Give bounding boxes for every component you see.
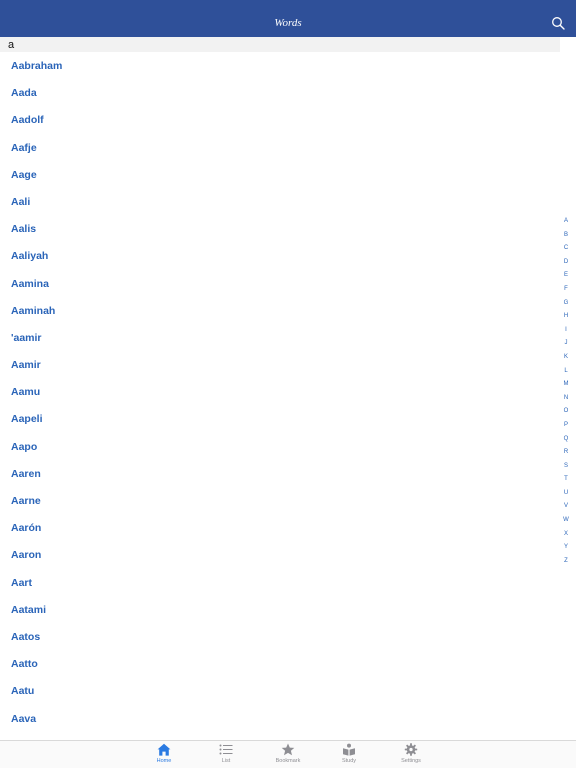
index-letter-k[interactable]: K: [560, 351, 572, 365]
index-letter-j[interactable]: J: [560, 337, 572, 351]
index-letter-f[interactable]: F: [560, 283, 572, 297]
index-letter-p[interactable]: P: [560, 419, 572, 433]
word-list-item[interactable]: Aamina: [0, 270, 560, 297]
word-list-item[interactable]: Aabraham: [0, 52, 560, 79]
index-letter-h[interactable]: H: [560, 310, 572, 324]
index-letter-r[interactable]: R: [560, 446, 572, 460]
word-list-item[interactable]: Aaminah: [0, 297, 560, 324]
word-list-item[interactable]: Aafje: [0, 134, 560, 161]
word-list-item[interactable]: Aarón: [0, 514, 560, 541]
search-bar: [0, 37, 560, 52]
index-letter-x[interactable]: X: [560, 528, 572, 542]
tab-bookmark[interactable]: Bookmark: [268, 743, 308, 764]
word-list-item[interactable]: Aalis: [0, 215, 560, 242]
index-letter-m[interactable]: M: [560, 378, 572, 392]
star-icon: [281, 743, 295, 756]
search-icon[interactable]: [551, 16, 565, 30]
index-letter-t[interactable]: T: [560, 473, 572, 487]
word-list-item[interactable]: Aamir: [0, 351, 560, 378]
index-letter-o[interactable]: O: [560, 405, 572, 419]
tab-list-label: List: [221, 758, 231, 764]
page-title: Words: [274, 17, 302, 29]
index-letter-n[interactable]: N: [560, 392, 572, 406]
tab-home[interactable]: Home: [144, 743, 184, 764]
tab-study[interactable]: Study: [329, 743, 369, 764]
word-list-item[interactable]: Aali: [0, 188, 560, 215]
tab-home-label: Home: [156, 758, 172, 764]
word-list-item[interactable]: Aarne: [0, 487, 560, 514]
book-icon: [343, 743, 355, 756]
index-letter-y[interactable]: Y: [560, 541, 572, 555]
word-list-item[interactable]: Aada: [0, 79, 560, 106]
list-icon: [219, 744, 233, 755]
index-letter-d[interactable]: D: [560, 256, 572, 270]
tab-study-label: Study: [341, 758, 357, 764]
index-letter-b[interactable]: B: [560, 229, 572, 243]
tab-bookmark-label: Bookmark: [275, 758, 301, 764]
word-list-item[interactable]: Aatos: [0, 623, 560, 650]
gear-icon: [404, 743, 418, 756]
word-list-item[interactable]: Aapo: [0, 433, 560, 460]
word-list-item[interactable]: Aatu: [0, 677, 560, 704]
word-list-item[interactable]: Aatto: [0, 650, 560, 677]
word-list-item[interactable]: Aadolf: [0, 106, 560, 133]
tab-settings-label: Settings: [401, 758, 421, 764]
index-letter-u[interactable]: U: [560, 487, 572, 501]
word-list: Aabraham Aada Aadolf Aafje Aage Aali Aalis Aali…: [0, 52, 560, 740]
tab-list[interactable]: List: [206, 743, 246, 764]
word-list-item[interactable]: Aava: [0, 705, 560, 732]
navigation-bar: Words: [0, 0, 576, 37]
index-letter-z[interactable]: Z: [560, 555, 572, 569]
word-list-item[interactable]: Aaren: [0, 460, 560, 487]
tab-settings[interactable]: Settings: [391, 743, 431, 764]
index-letter-i[interactable]: I: [560, 324, 572, 338]
word-list-item[interactable]: Aamu: [0, 378, 560, 405]
index-letter-g[interactable]: G: [560, 297, 572, 311]
home-icon: [157, 743, 171, 756]
index-letter-q[interactable]: Q: [560, 433, 572, 447]
index-letter-a[interactable]: A: [560, 215, 572, 229]
word-list-item[interactable]: 'aamir: [0, 324, 560, 351]
alphabet-index: ABCDEFGHIJKLMNOPQRSTUVWXYZ: [560, 215, 572, 568]
index-letter-l[interactable]: L: [560, 365, 572, 379]
word-list-item[interactable]: Aapeli: [0, 405, 560, 432]
index-letter-e[interactable]: E: [560, 269, 572, 283]
word-list-item[interactable]: Aaron: [0, 541, 560, 568]
word-list-item[interactable]: Aaliyah: [0, 242, 560, 269]
tab-bar: Home List Bookmark Study Settings: [0, 740, 576, 768]
index-letter-v[interactable]: V: [560, 500, 572, 514]
word-list-item[interactable]: Aage: [0, 161, 560, 188]
word-list-item[interactable]: Aatami: [0, 596, 560, 623]
index-letter-w[interactable]: W: [560, 514, 572, 528]
search-input[interactable]: [6, 37, 554, 52]
word-list-item[interactable]: Aart: [0, 569, 560, 596]
index-letter-s[interactable]: S: [560, 460, 572, 474]
index-letter-c[interactable]: C: [560, 242, 572, 256]
